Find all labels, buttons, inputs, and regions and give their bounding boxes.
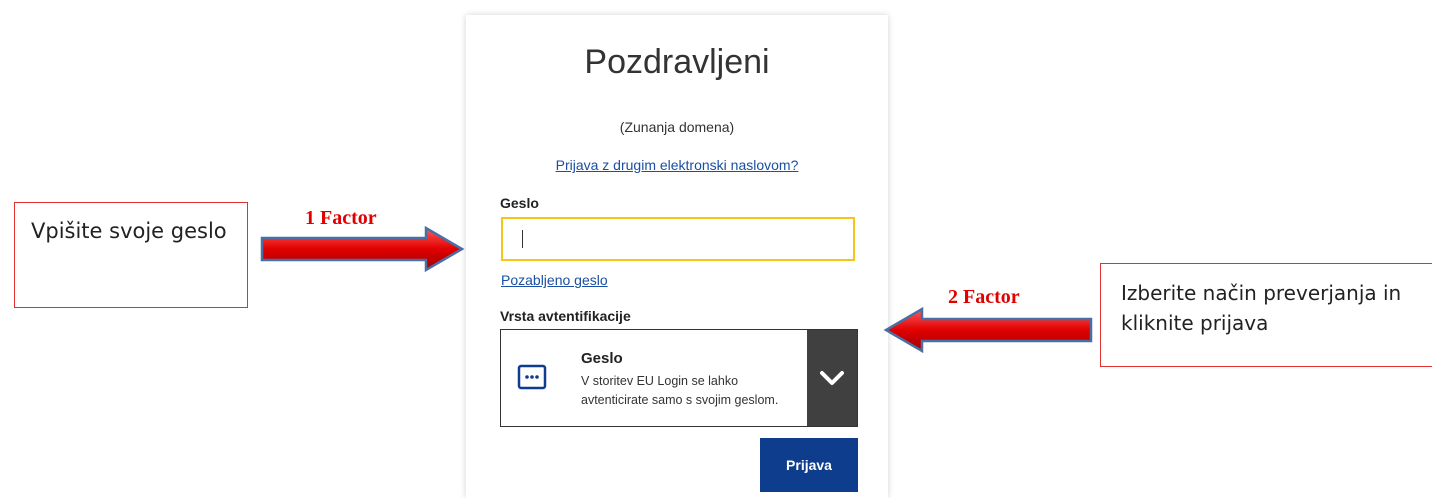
page-title: Pozdravljeni (584, 43, 770, 81)
login-panel: Pozdravljeni (Zunanja domena) Prijava z … (466, 15, 888, 498)
auth-type-label: Vrsta avtentifikacije (500, 308, 631, 324)
arrow-right-icon (260, 225, 465, 273)
auth-option-description: V storitev EU Login se lahko avtenticira… (581, 374, 779, 407)
chevron-down-icon (820, 371, 844, 385)
auth-option-title: Geslo (581, 350, 623, 367)
password-field[interactable] (501, 217, 855, 261)
domain-label: (Zunanja domena) (619, 119, 735, 135)
annotation-left-text: Vpišite svoje geslo (31, 219, 227, 243)
password-dots-icon (517, 364, 547, 390)
annotation-choose-method: Izberite način preverjanja in kliknite p… (1100, 263, 1432, 367)
password-label: Geslo (500, 195, 539, 211)
auth-method-select[interactable]: Geslo V storitev EU Login se lahko avten… (500, 329, 858, 427)
arrow-left-icon (883, 306, 1093, 354)
annotation-enter-password: Vpišite svoje geslo (14, 202, 248, 308)
switch-email-link[interactable]: Prijava z drugim elektronski naslovom? (466, 157, 888, 173)
text-caret (522, 230, 523, 248)
annotation-right-text: Izberite način preverjanja in kliknite p… (1121, 281, 1402, 335)
dropdown-toggle[interactable] (807, 330, 857, 426)
forgot-password-link[interactable]: Pozabljeno geslo (501, 272, 608, 288)
login-submit-button[interactable]: Prijava (760, 438, 858, 492)
